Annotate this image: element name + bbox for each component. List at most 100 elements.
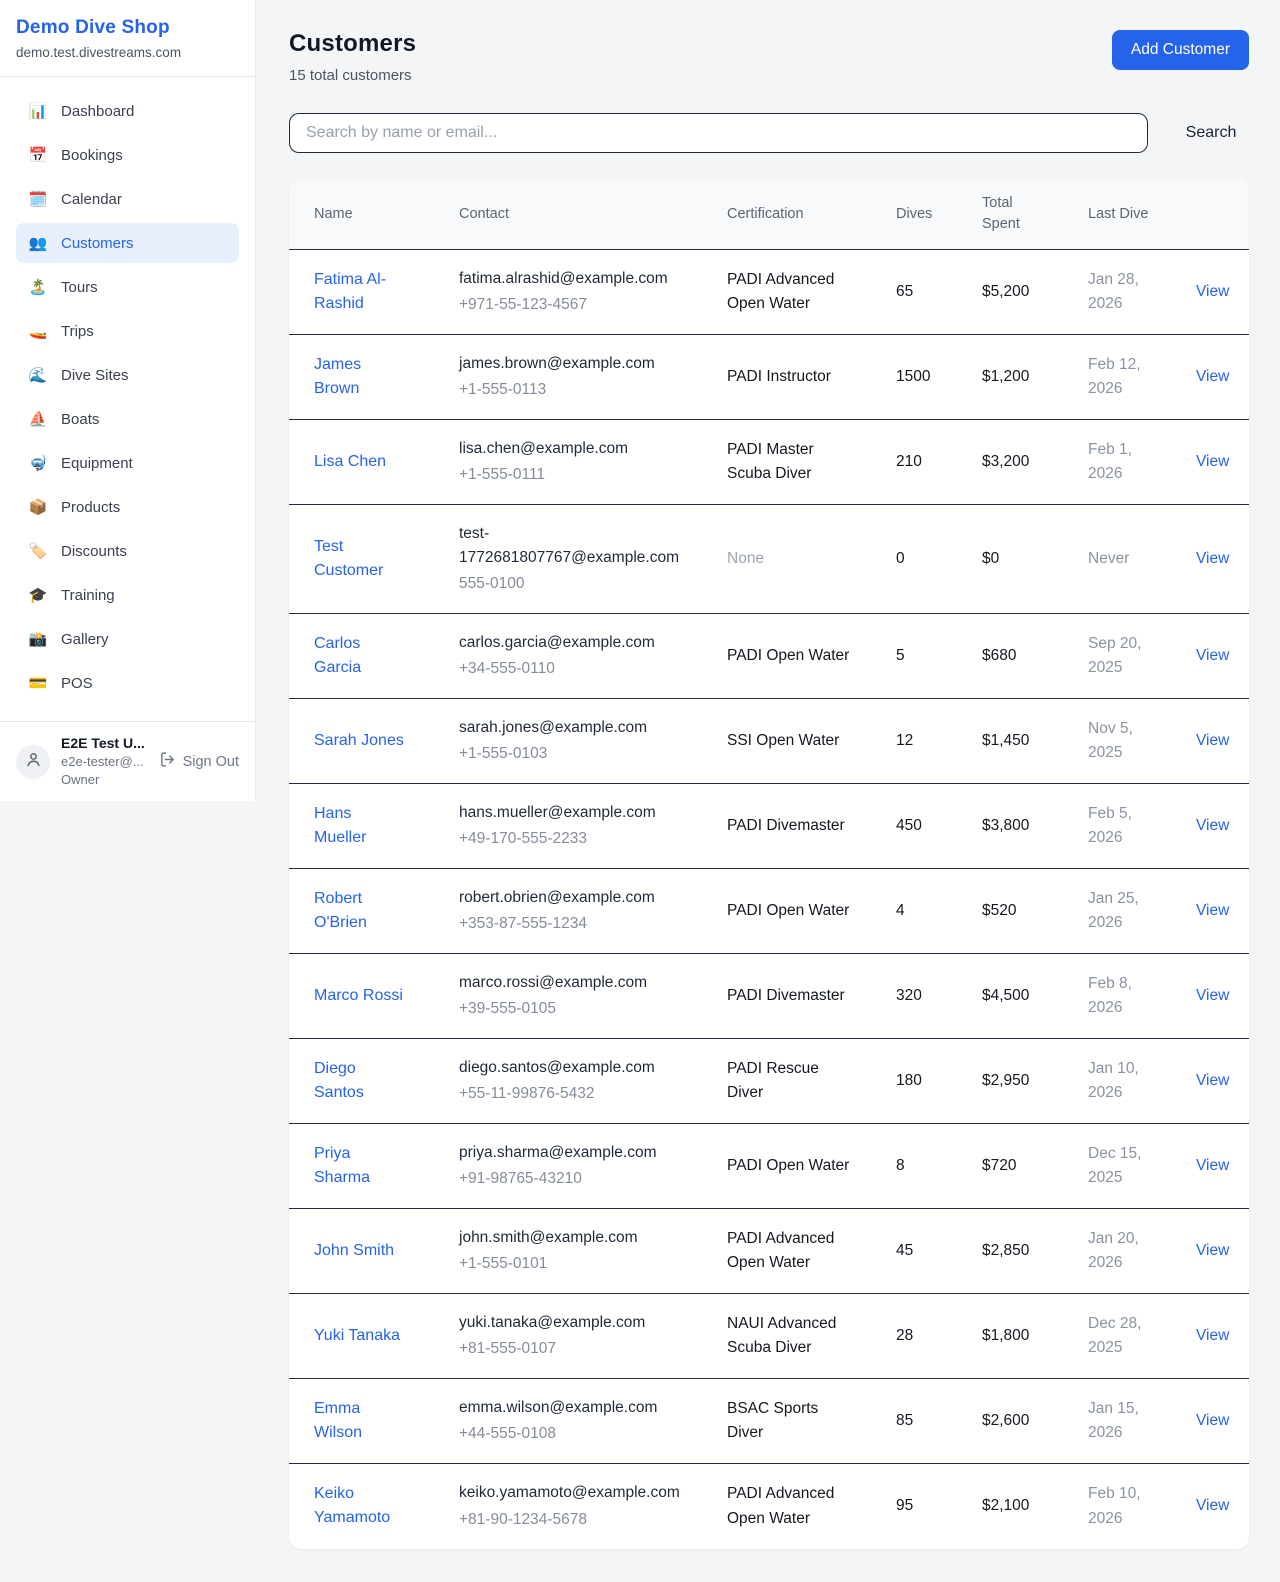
- view-link[interactable]: View: [1196, 453, 1229, 470]
- customer-last-dive: Dec 15, 2025: [1063, 1124, 1171, 1209]
- customer-total-spent: $720: [957, 1124, 1063, 1209]
- sidebar-item-calendar[interactable]: 🗓️Calendar: [16, 179, 239, 219]
- customer-name-link[interactable]: Priya Sharma: [314, 1142, 406, 1190]
- bar-chart-icon: 📊: [28, 104, 48, 119]
- customer-name-link[interactable]: Diego Santos: [314, 1057, 406, 1105]
- table-row: James Brownjames.brown@example.com+1-555…: [289, 335, 1249, 420]
- sidebar-item-boats[interactable]: ⛵ Boats: [16, 399, 239, 439]
- speedboat-icon: 🚤: [28, 324, 48, 339]
- customer-last-dive: Feb 12, 2026: [1063, 335, 1171, 420]
- customer-name-link[interactable]: Hans Mueller: [314, 802, 406, 850]
- sidebar-item-tours[interactable]: 🏝️Tours: [16, 267, 239, 307]
- customer-email: sarah.jones@example.com: [459, 716, 688, 740]
- customer-dives: 180: [871, 1039, 957, 1124]
- view-link[interactable]: View: [1196, 550, 1229, 567]
- customer-email: test-1772681807767@example.com: [459, 522, 688, 570]
- customer-name-link[interactable]: Emma Wilson: [314, 1397, 406, 1445]
- view-link[interactable]: View: [1196, 1327, 1229, 1344]
- brand-name: Demo Dive Shop: [16, 17, 239, 39]
- graduation-cap-icon: 🎓: [28, 588, 48, 603]
- table-row: Carlos Garciacarlos.garcia@example.com+3…: [289, 614, 1249, 699]
- customer-name-link[interactable]: Keiko Yamamoto: [314, 1482, 406, 1530]
- customers-table: NameContactCertificationDivesTotal Spent…: [289, 179, 1249, 1549]
- table-row: John Smithjohn.smith@example.com+1-555-0…: [289, 1209, 1249, 1294]
- view-link[interactable]: View: [1196, 1497, 1229, 1514]
- customer-name-link[interactable]: Robert O'Brien: [314, 887, 406, 935]
- sidebar-item-trips[interactable]: 🚤Trips: [16, 311, 239, 351]
- view-link[interactable]: View: [1196, 732, 1229, 749]
- credit-card-icon: 💳: [28, 676, 48, 691]
- customer-certification: BSAC Sports Diver: [702, 1379, 871, 1464]
- customer-name-link[interactable]: Marco Rossi: [314, 984, 403, 1008]
- customer-email: carlos.garcia@example.com: [459, 631, 688, 655]
- sign-out-button[interactable]: Sign Out: [159, 751, 239, 772]
- user-box: E2E Test U... e2e-tester@... Owner Sign …: [0, 721, 255, 801]
- sidebar-item-label: Boats: [61, 411, 99, 428]
- table-row: Fatima Al-Rashidfatima.alrashid@example.…: [289, 250, 1249, 335]
- customer-dives: 210: [871, 420, 957, 505]
- sailboat-icon: ⛵: [28, 412, 48, 427]
- search-input[interactable]: [289, 113, 1148, 153]
- view-link[interactable]: View: [1196, 1412, 1229, 1429]
- sidebar-item-pos[interactable]: 💳POS: [16, 663, 239, 703]
- sidebar-item-dashboard[interactable]: 📊Dashboard: [16, 91, 239, 131]
- customer-phone: +39-555-0105: [459, 997, 688, 1021]
- view-link[interactable]: View: [1196, 902, 1229, 919]
- column-header: Dives: [871, 179, 957, 250]
- view-link[interactable]: View: [1196, 817, 1229, 834]
- table-header-row: NameContactCertificationDivesTotal Spent…: [289, 179, 1249, 250]
- sidebar-item-gallery[interactable]: 📸Gallery: [16, 619, 239, 659]
- tag-icon: 🏷️: [28, 544, 48, 559]
- customer-email: marco.rossi@example.com: [459, 971, 688, 995]
- customer-dives: 28: [871, 1294, 957, 1379]
- customer-phone: 555-0100: [459, 572, 688, 596]
- sidebar-item-customers[interactable]: 👥Customers: [16, 223, 239, 263]
- column-header: [1171, 179, 1249, 250]
- sidebar-item-label: Calendar: [61, 191, 122, 208]
- customer-phone: +81-90-1234-5678: [459, 1508, 688, 1532]
- sidebar-item-bookings[interactable]: 📅Bookings: [16, 135, 239, 175]
- sidebar-item-products[interactable]: 📦Products: [16, 487, 239, 527]
- customer-name-link[interactable]: Carlos Garcia: [314, 632, 406, 680]
- sidebar-item-discounts[interactable]: 🏷️Discounts: [16, 531, 239, 571]
- sidebar-item-label: Equipment: [61, 455, 133, 472]
- island-icon: 🏝️: [28, 280, 48, 295]
- customer-email: emma.wilson@example.com: [459, 1396, 688, 1420]
- customer-email: yuki.tanaka@example.com: [459, 1311, 688, 1335]
- table-row: Emma Wilsonemma.wilson@example.com+44-55…: [289, 1379, 1249, 1464]
- search-button[interactable]: Search: [1173, 116, 1249, 150]
- customer-name-link[interactable]: Yuki Tanaka: [314, 1324, 400, 1348]
- view-link[interactable]: View: [1196, 283, 1229, 300]
- column-header: Last Dive: [1063, 179, 1171, 250]
- customer-name-link[interactable]: James Brown: [314, 353, 406, 401]
- sidebar-item-training[interactable]: 🎓Training: [16, 575, 239, 615]
- sidebar-nav: 📊Dashboard📅Bookings🗓️Calendar👥Customers🏝…: [0, 77, 255, 721]
- customer-name-link[interactable]: Test Customer: [314, 535, 406, 583]
- customer-certification: PADI Rescue Diver: [702, 1039, 871, 1124]
- brand-domain: demo.test.divestreams.com: [16, 45, 239, 60]
- view-link[interactable]: View: [1196, 1157, 1229, 1174]
- customer-phone: +1-555-0111: [459, 463, 688, 487]
- customer-name-link[interactable]: Lisa Chen: [314, 450, 386, 474]
- add-customer-button[interactable]: Add Customer: [1112, 30, 1249, 70]
- customer-certification: PADI Divemaster: [702, 954, 871, 1039]
- view-link[interactable]: View: [1196, 647, 1229, 664]
- sidebar-item-dive-sites[interactable]: 🌊Dive Sites: [16, 355, 239, 395]
- customer-last-dive: Jan 25, 2026: [1063, 869, 1171, 954]
- customer-last-dive: Feb 1, 2026: [1063, 420, 1171, 505]
- view-link[interactable]: View: [1196, 368, 1229, 385]
- customer-phone: +55-11-99876-5432: [459, 1082, 688, 1106]
- column-header: Certification: [702, 179, 871, 250]
- sidebar-item-label: Dive Sites: [61, 367, 129, 384]
- view-link[interactable]: View: [1196, 987, 1229, 1004]
- view-link[interactable]: View: [1196, 1242, 1229, 1259]
- customer-name-link[interactable]: John Smith: [314, 1239, 394, 1263]
- customer-certification: PADI Open Water: [702, 614, 871, 699]
- user-meta: E2E Test U... e2e-tester@... Owner: [61, 735, 148, 788]
- view-link[interactable]: View: [1196, 1072, 1229, 1089]
- customer-last-dive: Nov 5, 2025: [1063, 699, 1171, 784]
- customer-total-spent: $5,200: [957, 250, 1063, 335]
- sidebar-item-equipment[interactable]: 🤿Equipment: [16, 443, 239, 483]
- customer-name-link[interactable]: Sarah Jones: [314, 729, 404, 753]
- customer-name-link[interactable]: Fatima Al-Rashid: [314, 268, 406, 316]
